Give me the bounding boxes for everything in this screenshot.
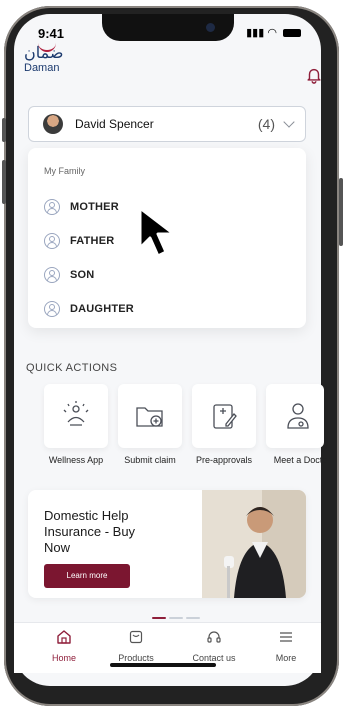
clipboard-icon xyxy=(213,404,237,429)
notification-bell-icon[interactable] xyxy=(305,66,323,84)
member-label: MOTHER xyxy=(70,201,119,213)
submit-claim-label: Submit claim xyxy=(124,455,176,465)
wellness-app-button[interactable] xyxy=(44,384,108,448)
carousel-dot[interactable] xyxy=(186,617,200,619)
meet-a-doctor-label: Meet a Doctor xyxy=(273,455,331,465)
family-member-mother[interactable]: MOTHER xyxy=(44,196,119,218)
brand-logo: ضمان Daman xyxy=(24,46,63,75)
quick-actions-title: QUICK ACTIONS xyxy=(26,362,118,374)
family-title: My Family xyxy=(44,166,85,176)
camera-dot xyxy=(206,23,215,32)
tab-products[interactable]: Products xyxy=(106,629,166,663)
folder-plus-icon xyxy=(136,407,163,427)
family-member-daughter[interactable]: DAUGHTER xyxy=(44,298,134,320)
promo-title: Domestic Help Insurance - Buy Now xyxy=(44,508,136,555)
side-button xyxy=(2,160,6,204)
side-button xyxy=(2,118,6,142)
user-icon xyxy=(44,233,60,249)
family-member-son[interactable]: SON xyxy=(44,264,94,286)
tab-contact-us[interactable]: Contact us xyxy=(184,629,244,663)
mouse-cursor-icon xyxy=(138,206,176,258)
meet-a-doctor-button[interactable] xyxy=(266,384,324,448)
status-icons: ▮▮▮ ◠ xyxy=(246,26,301,39)
member-label: SON xyxy=(70,269,95,281)
chevron-down-icon xyxy=(283,116,295,128)
brand-english: Daman xyxy=(24,62,60,74)
family-member-father[interactable]: FATHER xyxy=(44,230,114,252)
wellness-app-label: Wellness App xyxy=(48,455,104,465)
member-label: FATHER xyxy=(70,235,115,247)
headset-icon xyxy=(207,631,221,643)
wellness-icon xyxy=(63,401,89,426)
pre-approvals-button[interactable] xyxy=(192,384,256,448)
menu-icon xyxy=(280,632,292,642)
wifi-icon: ◠ xyxy=(267,27,277,39)
tab-more[interactable]: More xyxy=(256,629,316,663)
tab-home[interactable]: Home xyxy=(34,629,94,663)
carousel-dot[interactable] xyxy=(169,617,183,619)
battery-icon xyxy=(283,29,301,38)
selected-member-name: David Spencer xyxy=(75,117,154,131)
member-count: (4) xyxy=(257,116,275,132)
user-icon xyxy=(44,267,60,283)
carousel-dot[interactable] xyxy=(152,617,166,619)
home-indicator xyxy=(110,663,216,667)
member-label: DAUGHTER xyxy=(70,303,134,315)
avatar xyxy=(43,114,63,134)
submit-claim-button[interactable] xyxy=(118,384,182,448)
products-icon xyxy=(129,630,143,644)
doctor-icon xyxy=(287,403,309,429)
home-icon xyxy=(57,630,71,644)
member-selector[interactable]: David Spencer (4) xyxy=(28,106,306,142)
promo-photo xyxy=(202,490,306,598)
tab-label: Products xyxy=(118,653,154,663)
tab-label: Home xyxy=(51,653,76,663)
user-icon xyxy=(44,301,60,317)
side-button xyxy=(339,178,343,246)
promo-banner[interactable]: Domestic Help Insurance - Buy Now Learn … xyxy=(28,490,306,598)
learn-more-button[interactable]: Learn more xyxy=(44,564,130,588)
notch xyxy=(102,14,234,41)
user-icon xyxy=(44,199,60,215)
signal-icon: ▮▮▮ xyxy=(246,27,265,39)
status-time: 9:41 xyxy=(38,26,65,41)
tab-label: Contact us xyxy=(192,653,236,663)
pre-approvals-label: Pre-approvals xyxy=(195,455,253,465)
tab-label: More xyxy=(275,653,297,663)
